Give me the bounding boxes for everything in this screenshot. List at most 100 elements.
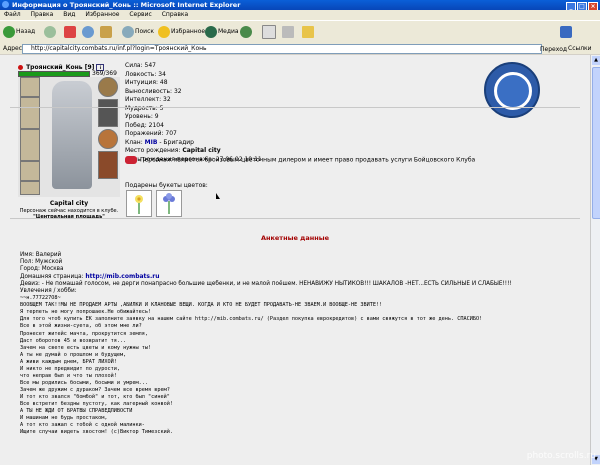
hp-bar-fill <box>19 72 89 76</box>
anket-hobbies-label: Увлечения / хобби: <box>20 288 77 295</box>
toolbar: Назад Поиск Избранное Медиа <box>0 20 600 44</box>
dealer-badge-icon <box>125 156 137 164</box>
info-birthplace: Место рождения: Capital city <box>125 147 221 155</box>
stop-button[interactable] <box>64 25 77 39</box>
hobby-line: Ищите случаи видеть хвостом! (с)Виктор Т… <box>20 429 174 436</box>
history-button[interactable] <box>240 25 253 39</box>
menu-tools[interactable]: Сервис <box>129 11 151 18</box>
hobby-line: Зачем же дружим с дураком? Зачем все вре… <box>20 386 170 393</box>
anket-city: Город: Москва <box>20 266 64 273</box>
homepage-link[interactable]: http://mib.combats.ru <box>85 273 159 280</box>
address-bar: Адрес: http://capitalcity.combats.ru/inf… <box>0 43 600 54</box>
mouse-cursor-icon <box>216 193 220 199</box>
info-clan: Клан: MIB - Бригадир <box>125 138 194 146</box>
shield-slot-icon[interactable] <box>98 77 118 97</box>
watermark: photo.scrolls.ru <box>526 451 596 461</box>
hobby-line: Пронесет житейс мачта, прокрутится земля… <box>20 330 149 337</box>
toolbar-extension-icon <box>560 25 572 38</box>
clan-link[interactable]: MIB <box>145 139 158 146</box>
weapon-slot[interactable] <box>20 97 40 129</box>
hobby-line: И тот кто звался "бомбой" и тот, кто был… <box>20 393 170 400</box>
character-name: Троянский_Конь <box>26 64 83 71</box>
menu-help[interactable]: Справка <box>162 11 188 18</box>
anket-sex: Пол: Мужской <box>20 259 63 266</box>
helm-item-slot[interactable] <box>98 99 118 127</box>
divider <box>10 107 580 108</box>
search-button[interactable]: Поиск <box>122 25 154 39</box>
hobby-line: Даст оборотов 45 и возвратит тя... <box>20 337 127 344</box>
divider <box>10 218 580 219</box>
menu-view[interactable]: Вид <box>63 11 75 18</box>
media-icon <box>205 25 217 38</box>
hobby-line: ~~н.777227О8~ <box>20 295 61 302</box>
ring-slot[interactable] <box>20 181 40 195</box>
print-button[interactable] <box>282 25 295 39</box>
stat-agility: Ловкость: 34 <box>125 70 166 78</box>
refresh-button[interactable] <box>82 25 95 39</box>
forward-arrow-icon <box>44 25 56 38</box>
hobby-line: А живи каждым днем, БРАТ ЛИХОЙ! <box>20 358 117 365</box>
flower-bouquet-icon[interactable] <box>126 190 152 217</box>
anket-title: Анкетные данные <box>260 234 330 242</box>
mail-button[interactable] <box>262 25 277 40</box>
star-icon <box>158 25 170 38</box>
hobby-line: Все в этой жизни-суета, об этом мне ли? <box>20 323 142 330</box>
boots-slot[interactable] <box>98 151 118 179</box>
clan-emblem-icon <box>494 72 532 110</box>
scroll-up-icon[interactable]: ▲ <box>592 56 600 65</box>
stat-intuition: Интуиция: 48 <box>125 79 168 87</box>
home-icon <box>100 25 112 38</box>
address-input[interactable]: http://capitalcity.combats.ru/inf.pl?log… <box>22 44 542 54</box>
ie-icon <box>2 1 9 8</box>
window-title: Информация о Троянский_Конь :: Microsoft… <box>12 1 241 9</box>
hobby-line: Зачем на свете есть цветы и кому нужны т… <box>20 344 152 351</box>
character-city: Capital city <box>49 200 89 207</box>
print-icon <box>282 25 294 38</box>
history-icon <box>240 25 252 38</box>
menu-edit[interactable]: Правка <box>31 11 54 18</box>
clan-logo[interactable] <box>484 62 540 118</box>
back-button[interactable]: Назад <box>3 25 35 39</box>
anket-name: Имя: Валерий <box>20 252 62 258</box>
flower-bouquet-icon[interactable] <box>156 190 182 217</box>
alignment-icon <box>18 65 23 70</box>
refresh-icon <box>82 25 94 38</box>
hobby-line: А тот кто зажал с тобой с одной малинки- <box>20 422 145 429</box>
helmet-slot[interactable] <box>20 77 40 97</box>
favorites-button[interactable]: Избранное <box>158 25 205 39</box>
hobby-line: что неправ был и что ты плохой! <box>20 372 117 379</box>
armor-slot[interactable] <box>20 129 40 161</box>
info-level: Уровень: 9 <box>125 113 159 120</box>
hobby-line: Все встретит бездны пустоту, как лагерны… <box>20 400 174 407</box>
go-button[interactable]: Переход <box>540 44 567 55</box>
belt-slot[interactable] <box>20 161 40 181</box>
character-stats: Сила: 547 Ловкость: 34 Интуиция: 48 Выно… <box>125 62 182 114</box>
anket-motto: Девиз: - Не помашай голосом, не дерги по… <box>20 281 512 288</box>
info-wins: Побед: 2104 <box>125 121 164 129</box>
anket-hobbies-text: ~~н.777227О8~ ВООБЩЕМ ТАК!!МЫ НЕ ПРОДАЕМ … <box>20 295 512 436</box>
vertical-scrollbar[interactable]: ▲ ▼ <box>590 55 600 465</box>
forward-button[interactable] <box>44 25 57 39</box>
folder-icon <box>302 25 314 38</box>
stat-intellect: Интеллект: 32 <box>125 96 171 104</box>
round-shield-icon[interactable] <box>98 129 118 149</box>
hobby-line: А ты не думай о прошлом и будущем, <box>20 351 127 358</box>
address-label: Адрес: <box>3 45 25 52</box>
anket-homepage: Домашняя страница: http://mib.combats.ru <box>20 273 160 281</box>
extra-toolbar-button[interactable] <box>560 25 573 39</box>
stat-strength: Сила: 547 <box>125 62 156 69</box>
page-content: Троянский_Конь [9] i 369/369 Capital cit… <box>0 55 590 465</box>
links-button[interactable]: Ссылки <box>568 43 592 54</box>
media-button[interactable]: Медиа <box>205 25 239 39</box>
stop-icon <box>64 25 76 38</box>
character-avatar <box>18 77 120 197</box>
menu-favorites[interactable]: Избранное <box>85 11 119 18</box>
flowers-label: Подарены букеты цветов: <box>125 182 208 189</box>
home-button[interactable] <box>100 25 113 39</box>
window-titlebar: Информация о Троянский_Конь :: Microsoft… <box>0 0 600 12</box>
knight-figure-icon <box>52 81 92 189</box>
scrollbar-thumb[interactable] <box>592 67 600 219</box>
folder-button[interactable] <box>302 25 315 39</box>
menu-file[interactable]: Файл <box>4 11 21 18</box>
stat-endurance: Выносливость: 32 <box>125 87 182 95</box>
